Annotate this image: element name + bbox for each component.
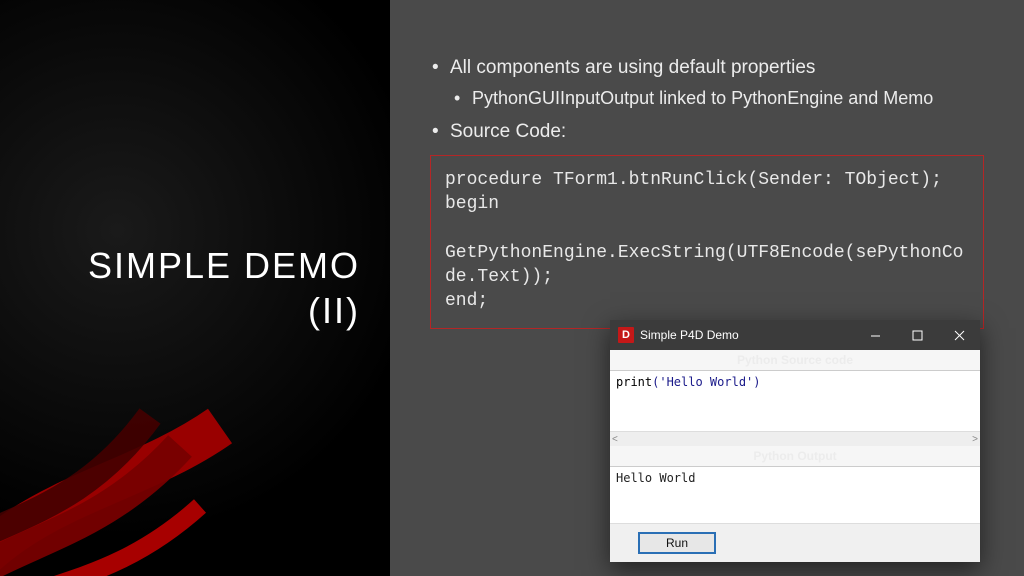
minimize-icon [870,330,881,341]
source-code-block: procedure TForm1.btnRunClick(Sender: TOb… [430,155,984,329]
minimize-button[interactable] [854,320,896,350]
button-row: Run [610,523,980,562]
bullet-1: All components are using default propert… [430,55,984,109]
abstract-swirl-graphic [0,376,240,576]
bullet-list: All components are using default propert… [430,55,984,145]
window-title: Simple P4D Demo [640,328,854,342]
window-titlebar[interactable]: D Simple P4D Demo [610,320,980,350]
app-icon: D [618,327,634,343]
output-area[interactable]: Hello World [610,467,980,523]
bullet-2: Source Code: [430,119,984,145]
token-close-paren: ) [753,375,760,389]
slide: SIMPLE DEMO (II) All components are usin… [0,0,1024,576]
source-code-editor[interactable]: print('Hello World') [610,371,980,431]
horizontal-scrollbar[interactable]: < > [610,431,980,446]
demo-app-window: D Simple P4D Demo Python Source code pri… [610,320,980,562]
content-panel: All components are using default propert… [390,0,1024,576]
maximize-icon [912,330,923,341]
title-line-1: SIMPLE DEMO [88,243,360,288]
source-panel-header: Python Source code [610,350,980,371]
output-panel-header: Python Output [610,446,980,467]
run-button[interactable]: Run [638,532,716,554]
token-string: 'Hello World' [659,375,753,389]
scroll-left-icon[interactable]: < [612,434,618,445]
slide-title: SIMPLE DEMO (II) [88,243,360,333]
bullet-1-sub: PythonGUIInputOutput linked to PythonEng… [450,87,984,110]
close-icon [954,330,965,341]
scroll-right-icon[interactable]: > [972,434,978,445]
maximize-button[interactable] [896,320,938,350]
title-panel: SIMPLE DEMO (II) [0,0,390,576]
token-print: print [616,375,652,389]
title-line-2: (II) [88,288,360,333]
close-button[interactable] [938,320,980,350]
